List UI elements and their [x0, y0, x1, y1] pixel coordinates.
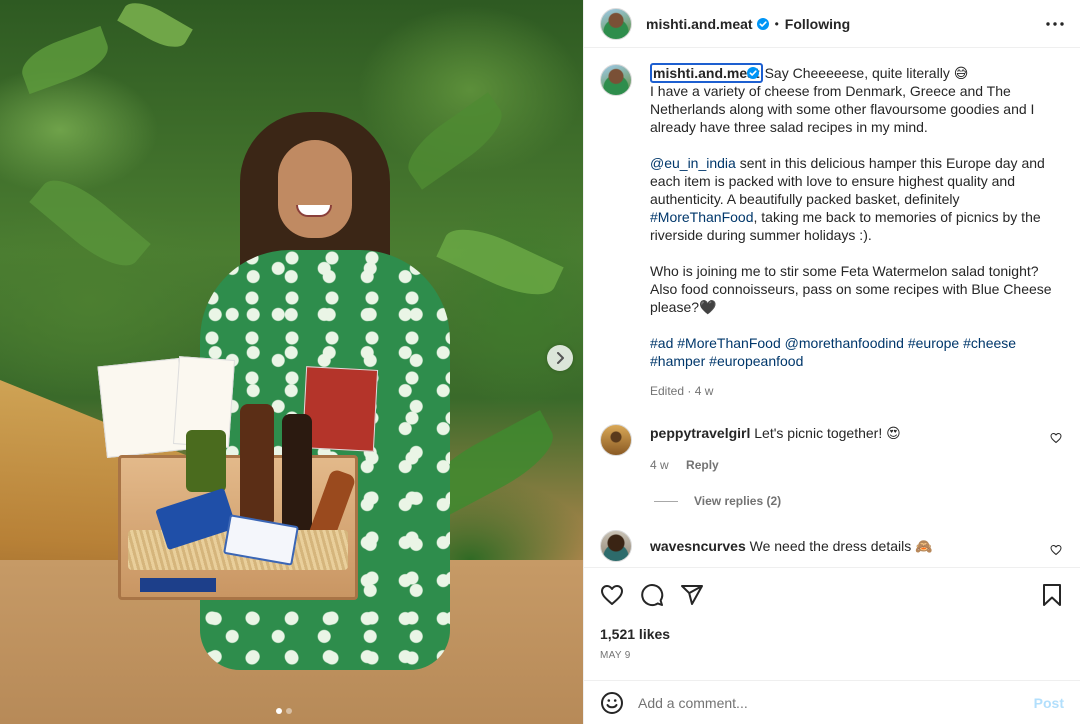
comment-text: We need the dress details 🙈	[749, 538, 933, 554]
caption-author-avatar[interactable]	[600, 64, 632, 96]
comment-composer: Post	[584, 680, 1080, 724]
more-options-icon[interactable]	[1046, 21, 1064, 26]
reply-button[interactable]: Reply	[686, 458, 719, 472]
leaf-decoration	[117, 0, 193, 56]
hashtag-link[interactable]: #cheese	[963, 335, 1016, 351]
leaf-decoration	[436, 216, 564, 308]
woman-face	[278, 140, 352, 238]
heart-icon	[601, 585, 623, 605]
chevron-right-icon	[557, 352, 564, 364]
verified-badge-icon	[756, 17, 769, 30]
caption-text: mishti.and.meat Say Cheeeeese, quite lite…	[650, 63, 1064, 400]
comment-bubble-icon	[641, 584, 664, 607]
replies-divider	[654, 500, 678, 502]
comment-item: peppytravelgirl Let's picnic together! 😍…	[600, 424, 1064, 474]
post-header: mishti.and.meat • Following	[584, 0, 1080, 48]
caption-paragraph: Who is joining me to stir some Feta Wate…	[650, 263, 1052, 315]
comment-time: 4 w	[650, 458, 669, 472]
post-comment-button[interactable]: Post	[1034, 695, 1064, 711]
post-photo[interactable]	[0, 0, 583, 724]
commenter-avatar[interactable]	[600, 424, 632, 456]
like-button[interactable]	[600, 583, 624, 607]
commenter-username[interactable]: peppytravelgirl	[650, 425, 750, 441]
save-button[interactable]	[1040, 583, 1064, 607]
leaf-decoration	[15, 25, 115, 95]
commenter-avatar[interactable]	[600, 530, 632, 562]
post-actions: 1,521 likes MAY 9	[584, 567, 1080, 661]
leaf-decoration	[397, 92, 513, 190]
comment-text: Let's picnic together! 😍	[754, 425, 901, 441]
verified-badge-icon	[746, 67, 759, 79]
comment-item: wavesncurves We need the dress details 🙈	[600, 530, 1064, 562]
separator-dot: •	[774, 16, 779, 31]
bottle	[282, 414, 312, 534]
hashtag-link[interactable]: #ad	[650, 335, 673, 351]
view-replies-button[interactable]: View replies (2)	[654, 494, 1064, 508]
like-comment-button[interactable]	[1050, 432, 1062, 444]
commenter-username[interactable]: wavesncurves	[650, 538, 746, 554]
author-avatar[interactable]	[600, 7, 632, 40]
box-card	[301, 366, 379, 452]
likes-count[interactable]: 1,521 likes	[600, 626, 1064, 642]
post-details-panel: mishti.and.meat • Following mishti.and.m…	[583, 0, 1080, 724]
caption-meta: Edited · 4 w	[650, 384, 714, 398]
mention-link[interactable]: @eu_in_india	[650, 155, 736, 171]
caption-line1: Say Cheeeeese, quite literally 😅	[764, 65, 969, 81]
like-comment-button[interactable]	[1050, 544, 1062, 556]
leaf-decoration	[29, 166, 151, 280]
caption: mishti.and.meat Say Cheeeeese, quite lite…	[600, 63, 1064, 400]
bottle	[240, 404, 274, 524]
hashtag-link[interactable]: #MoreThanFood	[650, 209, 754, 225]
carousel-dot-active	[276, 708, 282, 714]
share-button[interactable]	[680, 583, 704, 607]
hashtag-link[interactable]: #MoreThanFood	[677, 335, 781, 351]
emoji-button[interactable]	[600, 691, 624, 715]
emoji-icon	[601, 691, 623, 714]
carousel-dots	[276, 708, 292, 714]
heart-icon	[1050, 544, 1062, 556]
bookmark-icon	[1043, 584, 1061, 606]
post-date: MAY 9	[600, 650, 631, 661]
following-button[interactable]: Following	[785, 16, 850, 32]
olive-jar	[186, 430, 226, 492]
comment-button[interactable]	[640, 583, 664, 607]
carousel-dot	[286, 708, 292, 714]
hashtag-link[interactable]: #hamper	[650, 353, 705, 369]
caption-tags: #ad #MoreThanFood @morethanfoodind #euro…	[650, 334, 1064, 370]
eu-label	[140, 578, 216, 592]
hashtag-link[interactable]: #europeanfood	[709, 353, 803, 369]
heart-icon	[1050, 432, 1062, 444]
author-username[interactable]: mishti.and.meat	[646, 16, 753, 32]
comments-scroll-area[interactable]: mishti.and.meat Say Cheeeeese, quite lite…	[584, 48, 1080, 567]
carousel-next-button[interactable]	[547, 345, 573, 371]
send-icon	[681, 585, 703, 605]
ellipsis-icon	[1046, 21, 1064, 26]
hashtag-link[interactable]: #europe	[908, 335, 959, 351]
comment-input[interactable]	[638, 694, 1034, 711]
caption-paragraph: I have a variety of cheese from Denmark,…	[650, 83, 1035, 135]
post-modal: mishti.and.meat • Following mishti.and.m…	[0, 0, 1080, 724]
view-replies-label: View replies (2)	[694, 494, 782, 508]
mention-link[interactable]: @morethanfoodind	[785, 335, 904, 351]
